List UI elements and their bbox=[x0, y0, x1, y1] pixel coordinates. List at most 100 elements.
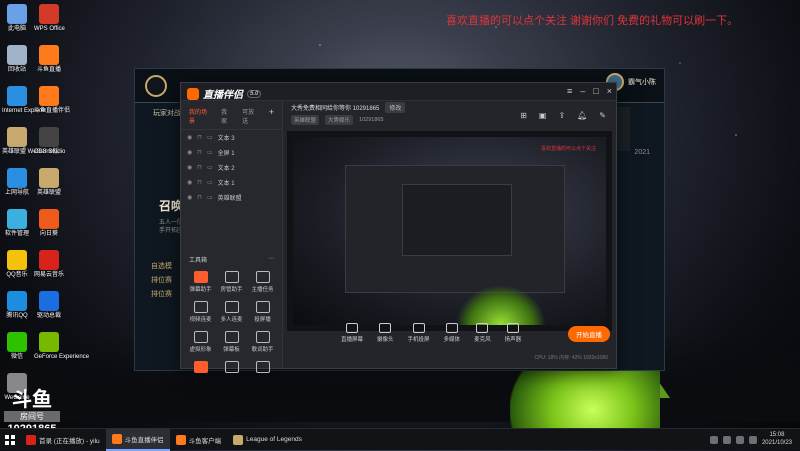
douyu-logo: 斗鱼 bbox=[12, 389, 52, 411]
desktop-icon[interactable]: 此电脑 bbox=[2, 4, 32, 33]
desktop-icon[interactable]: 驱动总裁 bbox=[34, 291, 64, 320]
share-icon[interactable]: ⇪ bbox=[558, 111, 565, 120]
eye-icon[interactable]: ◉ bbox=[187, 164, 192, 171]
desktop-icon[interactable]: 斗鱼直播伴侣 bbox=[34, 86, 70, 115]
wechat-icon bbox=[7, 332, 27, 352]
qq-icon bbox=[7, 291, 27, 311]
mode-tab[interactable]: 玩家对战 bbox=[153, 103, 181, 118]
tray-icon[interactable] bbox=[709, 435, 718, 444]
mode-option[interactable]: 自选模 bbox=[151, 261, 172, 271]
layer-type-icon: ▭ bbox=[206, 150, 213, 156]
clock[interactable]: 15:08 2021/10/23 bbox=[762, 432, 792, 446]
tool-button[interactable]: 歌词助手 bbox=[247, 331, 278, 353]
desktop-icon[interactable]: 回收站 bbox=[2, 45, 32, 74]
control-button[interactable]: 直播屏幕 bbox=[341, 323, 363, 343]
tool-button[interactable]: 主播任务 bbox=[247, 271, 278, 293]
tray-icon[interactable] bbox=[722, 435, 731, 444]
stream-companion-window[interactable]: 直播伴侣 5.0 ≡ – □ × 我的场景 我家 可放送 + ◉ ⊓ ▭ 文本 3 ◉ ⊓… bbox=[180, 82, 617, 373]
mode-option[interactable]: 排位赛 bbox=[151, 275, 172, 285]
desktop-icon[interactable]: QQ音乐 bbox=[2, 250, 32, 279]
desktop-icon[interactable]: 网易云音乐 bbox=[34, 250, 64, 279]
tool-button[interactable]: 视频连麦 bbox=[185, 301, 216, 323]
bell-icon[interactable]: 🔔︎ bbox=[577, 111, 587, 120]
tool-button[interactable]: 多人连麦 bbox=[216, 301, 247, 323]
tab-my-scenes[interactable]: 我的场景 bbox=[189, 107, 211, 125]
menu-icon[interactable]: ≡ bbox=[567, 86, 572, 96]
desktop-icon[interactable]: 向日葵 bbox=[34, 209, 64, 238]
scrolling-banner: 喜欢直播的可以点个关注 谢谢你们 免费的礼物可以刷一下。 bbox=[446, 15, 739, 27]
tab-broadcast[interactable]: 可放送 bbox=[242, 107, 259, 125]
network-icon[interactable] bbox=[735, 435, 744, 444]
desktop-icon[interactable]: Internet Explorer bbox=[2, 86, 46, 115]
camera-icon bbox=[379, 323, 392, 333]
eye-icon[interactable]: ◉ bbox=[187, 134, 192, 141]
close-icon[interactable]: × bbox=[607, 86, 612, 96]
tool-button[interactable] bbox=[247, 361, 278, 375]
tool-button[interactable]: 投屏播 bbox=[247, 301, 278, 323]
control-button[interactable]: 手机投屏 bbox=[408, 323, 430, 343]
taskbar-item[interactable]: League of Legends bbox=[227, 429, 308, 451]
lock-icon[interactable]: ⊓ bbox=[197, 194, 202, 201]
tool-button[interactable] bbox=[216, 361, 247, 375]
settings-icon[interactable]: ✎ bbox=[599, 111, 606, 120]
tool-button[interactable]: 弹幕助手 bbox=[185, 271, 216, 293]
desktop-icon[interactable]: 软件管理 bbox=[2, 209, 32, 238]
toolbox-title: 工具箱 bbox=[189, 258, 208, 264]
lock-icon[interactable]: ⊓ bbox=[197, 179, 202, 186]
subcategory-chip[interactable]: 大秀娱乐 bbox=[325, 115, 354, 125]
source-item[interactable]: ◉ ⊓ ▭ 文本 1 bbox=[181, 175, 282, 190]
tool-button[interactable]: 弹幕板 bbox=[216, 331, 247, 353]
screenshot-icon[interactable]: ▣ bbox=[539, 111, 547, 120]
control-button[interactable]: 多媒体 bbox=[444, 323, 460, 343]
edit-title-button[interactable]: 修改 bbox=[385, 102, 406, 113]
lol-logo-icon[interactable] bbox=[145, 75, 167, 97]
source-item[interactable]: ◉ ⊓ ▭ 全屏 1 bbox=[181, 145, 282, 160]
maximize-icon[interactable]: □ bbox=[593, 86, 598, 96]
toolbox-more-icon[interactable]: ⋯ bbox=[268, 255, 274, 264]
control-button[interactable]: 摄像头 bbox=[377, 323, 394, 343]
source-item[interactable]: ◉ ⊓ ▭ 文本 3 bbox=[181, 130, 282, 145]
taskbar-item[interactable]: 斗鱼直播伴侣 bbox=[105, 428, 170, 451]
category-chip[interactable]: 英雄联盟 bbox=[291, 115, 320, 125]
app-brand: 直播伴侣 5.0 bbox=[187, 86, 262, 101]
desktop-icon[interactable]: 微信 bbox=[2, 332, 32, 361]
start-button[interactable] bbox=[0, 429, 20, 451]
desktop-icon[interactable]: 上网导航 bbox=[2, 168, 32, 197]
desktop-icon-label: 腾讯QQ bbox=[6, 313, 28, 319]
tool-button[interactable] bbox=[185, 361, 216, 375]
mode-option[interactable]: 排位赛 bbox=[151, 289, 172, 299]
control-button[interactable]: 扬声器 bbox=[505, 323, 521, 343]
tool-button[interactable]: 虚拟形象 bbox=[185, 331, 216, 353]
desktop-icon[interactable]: 斗鱼直播 bbox=[34, 45, 64, 74]
volume-icon[interactable] bbox=[748, 435, 757, 444]
desktop-icon[interactable]: GeForce Experience bbox=[34, 332, 89, 361]
taskbar-item[interactable]: 斗鱼客户端 bbox=[170, 429, 228, 451]
taskbar-item[interactable]: 首录 (正在播放) - yilu bbox=[20, 429, 106, 451]
browser-icon bbox=[7, 168, 27, 188]
tab-home[interactable]: 我家 bbox=[221, 107, 232, 125]
eye-icon[interactable]: ◉ bbox=[187, 179, 192, 186]
desktop-icon[interactable]: 英雄联盟 bbox=[34, 168, 64, 197]
desktop-icon[interactable]: WPS Office bbox=[34, 4, 65, 33]
lock-icon[interactable]: ⊓ bbox=[197, 134, 202, 141]
desktop-icon[interactable]: 英雄联盟 WeGame版 bbox=[2, 127, 59, 156]
desktop-icon[interactable]: 腾讯QQ bbox=[2, 291, 32, 320]
stream-preview[interactable]: 喜欢直播的可以点个关注 bbox=[287, 131, 612, 331]
go-live-button[interactable]: 开始直播 bbox=[568, 326, 610, 342]
source-label: 文本 2 bbox=[217, 166, 235, 172]
top-action-icons: ⊞ ▣ ⇪ 🔔︎ ✎ bbox=[520, 111, 606, 120]
source-item[interactable]: ◉ ⊓ ▭ 文本 2 bbox=[181, 160, 282, 175]
control-button[interactable]: 麦克风 bbox=[474, 323, 491, 343]
lock-icon[interactable]: ⊓ bbox=[197, 164, 202, 171]
eye-icon[interactable]: ◉ bbox=[187, 194, 192, 201]
minimize-icon[interactable]: – bbox=[580, 86, 585, 96]
lock-icon[interactable]: ⊓ bbox=[197, 149, 202, 156]
lock-icon[interactable]: ⊞ bbox=[520, 111, 527, 120]
add-scene-icon[interactable]: + bbox=[269, 107, 274, 125]
version-badge: 5.0 bbox=[247, 89, 262, 98]
source-item[interactable]: ◉ ⊓ ▭ 英雄联盟 bbox=[181, 190, 282, 205]
tool-button[interactable]: 房管助手 bbox=[216, 271, 247, 293]
source-label: 全屏 1 bbox=[217, 151, 235, 157]
eye-icon[interactable]: ◉ bbox=[187, 149, 192, 156]
desktop-icon[interactable]: OBS Studio bbox=[34, 127, 65, 156]
